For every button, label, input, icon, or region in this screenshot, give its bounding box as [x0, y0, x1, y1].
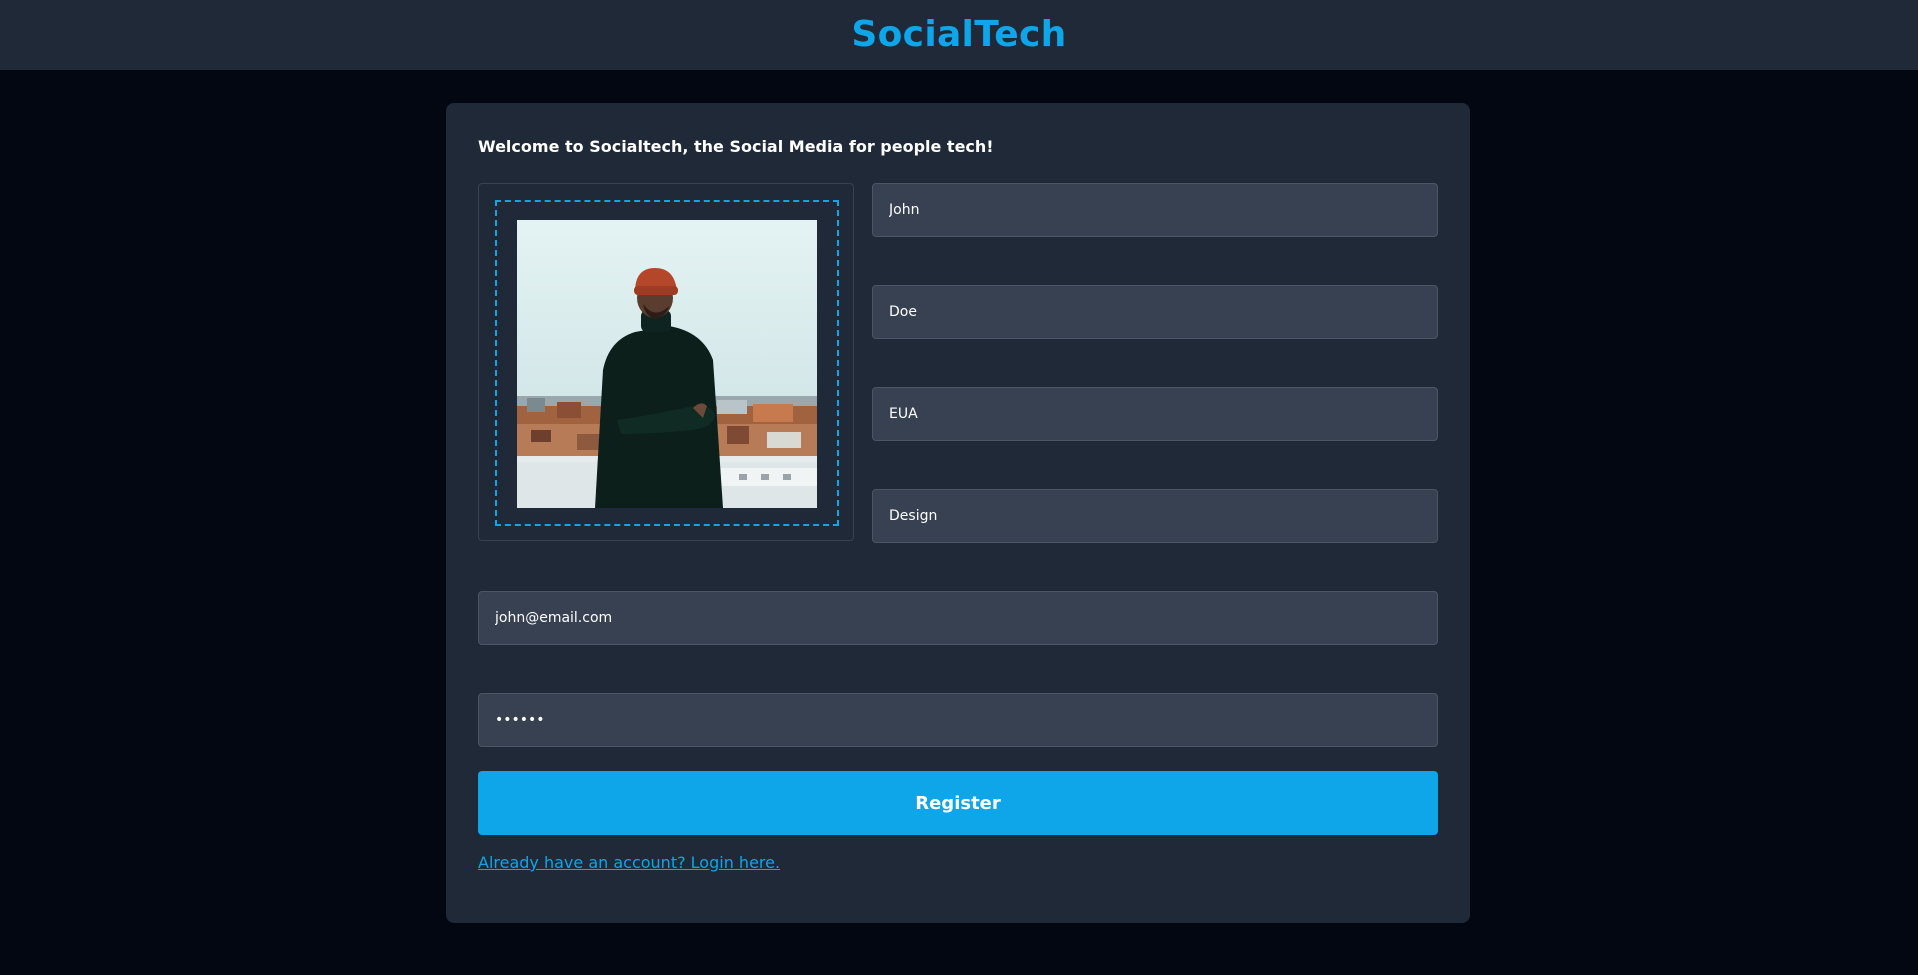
- welcome-heading: Welcome to Socialtech, the Social Media …: [478, 137, 994, 156]
- area-input[interactable]: [872, 489, 1438, 543]
- register-button[interactable]: Register: [478, 771, 1438, 835]
- brand-logo-text[interactable]: SocialTech: [851, 14, 1066, 55]
- email-input[interactable]: [478, 591, 1438, 645]
- profile-photo: [517, 220, 817, 508]
- register-card: Welcome to Socialtech, the Social Media …: [446, 103, 1470, 923]
- last-name-input[interactable]: [872, 285, 1438, 339]
- photo-upload-dropzone[interactable]: [495, 200, 839, 526]
- country-input[interactable]: [872, 387, 1438, 441]
- person-photo-illustration: [517, 220, 817, 508]
- password-input[interactable]: [478, 693, 1438, 747]
- login-link[interactable]: Already have an account? Login here.: [478, 853, 780, 872]
- profile-photo-frame: [478, 183, 854, 541]
- top-navbar: SocialTech: [0, 0, 1918, 70]
- first-name-input[interactable]: [872, 183, 1438, 237]
